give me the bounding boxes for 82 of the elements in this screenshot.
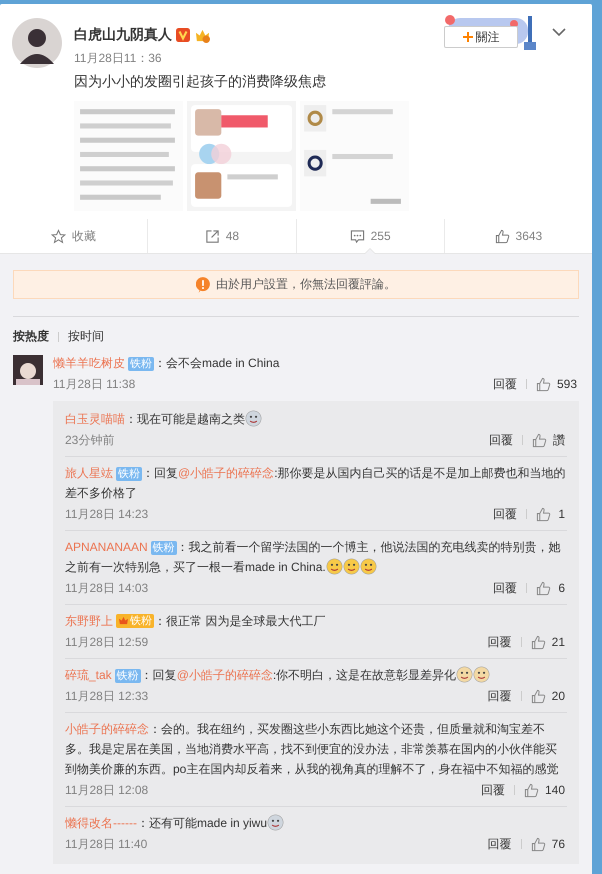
thumbs-up-icon [494, 228, 510, 244]
fan-badge: 铁粉 [116, 614, 154, 628]
reply-link[interactable]: 回覆 [480, 782, 505, 798]
fan-badge: 铁粉 [114, 669, 141, 683]
thumbs-up-icon[interactable] [524, 782, 539, 798]
comment-text: 白玉灵喵喵：现在可能是越南之类 [65, 409, 567, 429]
reply-link[interactable]: 回覆 [488, 688, 512, 704]
action-button[interactable]: 48 [147, 219, 296, 253]
reply-link[interactable]: 回覆 [488, 836, 512, 852]
comment-text: 懒羊羊吃树皮 铁粉 ：会不会made in China [53, 355, 280, 373]
thumbs-up-icon[interactable] [530, 634, 546, 650]
comment-time: 11月28日 11:40 [65, 836, 148, 852]
thumbs-up-icon[interactable] [536, 376, 551, 392]
comment-time: 11月28日 12:33 [65, 688, 148, 704]
like-count: 1 [557, 507, 565, 521]
sort-tab[interactable]: 按时间 [68, 328, 104, 345]
share-icon [204, 228, 220, 244]
crown-icon [118, 616, 129, 625]
like-count: 76 [552, 837, 565, 851]
fan-badge: 铁粉 [128, 357, 154, 371]
comment-text: 懒得改名------：还有可能made in yiwu [65, 813, 567, 833]
reply-link[interactable]: 回覆 [489, 432, 513, 448]
thumbs-up-icon[interactable] [532, 432, 547, 448]
like-count: 20 [552, 689, 565, 703]
comment-text: 旅人星竑 铁粉 ：回复@小皓子的碎碎念:那你要是从国内自己买的话是不是加上邮费也和当地的差不多价格了 [65, 465, 567, 502]
fan-badge: 铁粉 [116, 467, 142, 481]
star-icon [51, 228, 66, 244]
author-name[interactable]: 白虎山九阴真人 [74, 26, 172, 44]
notice-text: 由於用户設置，你無法回覆評論。 [216, 276, 396, 293]
mention-link[interactable]: @小皓子的碎碎念 [178, 466, 274, 480]
comment-icon [350, 228, 365, 244]
emoji-icon [360, 558, 377, 575]
post-text: 因为小小的发圈引起孩子的消费降级焦虑 [74, 73, 327, 91]
username[interactable]: APNANANAAN [65, 540, 148, 554]
reply-link[interactable]: 回覆 [488, 634, 512, 650]
comment-time: 23分钟前 [65, 432, 114, 448]
avatar[interactable] [13, 355, 43, 385]
mention-link[interactable]: @小皓子的碎碎念 [176, 668, 273, 682]
username[interactable]: 懒得改名------ [65, 816, 137, 830]
post-time[interactable]: 11月28日11：36 [74, 50, 580, 67]
emoji-icon [267, 814, 284, 831]
reply-link[interactable]: 回覆 [493, 580, 517, 596]
follow-button[interactable]: 關注 [444, 26, 518, 48]
comment-text: 东野野上 铁粉 ：很正常 因为是全球最大代工厂 [65, 612, 326, 630]
thumbs-up-icon[interactable] [536, 580, 551, 596]
chevron-icon[interactable] [552, 28, 566, 36]
avatar[interactable] [12, 18, 62, 68]
action-button[interactable]: 收藏 [0, 219, 148, 253]
reply-link[interactable]: 回覆 [492, 376, 517, 392]
like-count: 140 [544, 783, 565, 797]
username[interactable]: 东野野上 [65, 614, 113, 628]
comment-text: 碎琉_tak 铁粉 ：回复@小皓子的碎碎念:你不明白，这是在故意彰显差异化 [65, 665, 567, 685]
comment-time: 11月28日 12:08 [65, 782, 148, 798]
comment-time: 11月28日 14:23 [65, 506, 148, 522]
comment-text: APNANANAAN 铁粉 ：我之前看一个留学法国的一个博主，他说法国的充电线卖的特别贵，她之前有一次特别急，买了一根一看made in China. [65, 539, 562, 577]
username[interactable]: 旅人星竑 [65, 466, 113, 480]
thumbs-up-icon[interactable] [536, 506, 551, 522]
username[interactable]: 懒羊羊吃树皮 [53, 356, 125, 370]
action-button[interactable]: 3643 [444, 219, 592, 253]
comment-text: 小皓子的碎碎念：会的。我在纽约，买发圈这些小东西比她这个还贵，但质量就和淘宝差不多。我是定居在美国，当地消费水平高，找不到便宜的没办法，非常羡慕在国内的小伙伴能买到物美价廉的东西。po主在国内却反着来，从我的视角真的理解不了，身在福中不知福的感觉 [65, 721, 560, 778]
emoji-icon [326, 558, 343, 575]
like-count: 21 [552, 635, 565, 649]
username[interactable]: 白玉灵喵喵 [65, 412, 125, 426]
username[interactable]: 碎琉_tak [65, 668, 112, 682]
emoji-icon [342, 558, 360, 575]
thumbs-up-icon[interactable] [530, 836, 546, 852]
thumbs-up-icon[interactable] [530, 688, 546, 704]
emoji-icon [473, 666, 490, 683]
comment-time: 11月28日 11:38 [53, 376, 136, 392]
plus-icon [462, 32, 472, 42]
comment-time: 11月28日 14:03 [65, 580, 148, 596]
like-count: 讚 [553, 432, 565, 448]
warning-icon [196, 276, 210, 292]
emoji-icon [245, 410, 262, 427]
like-count: 6 [557, 581, 565, 595]
username[interactable]: 小皓子的碎碎念 [65, 722, 149, 736]
reply-link[interactable]: 回覆 [493, 506, 517, 522]
comment-time: 11月28日 12:59 [65, 634, 148, 650]
sort-tab[interactable]: 按热度 [13, 328, 49, 345]
emoji-icon [456, 666, 474, 683]
fan-badge: 铁粉 [150, 541, 177, 555]
like-count: 593 [556, 377, 577, 391]
